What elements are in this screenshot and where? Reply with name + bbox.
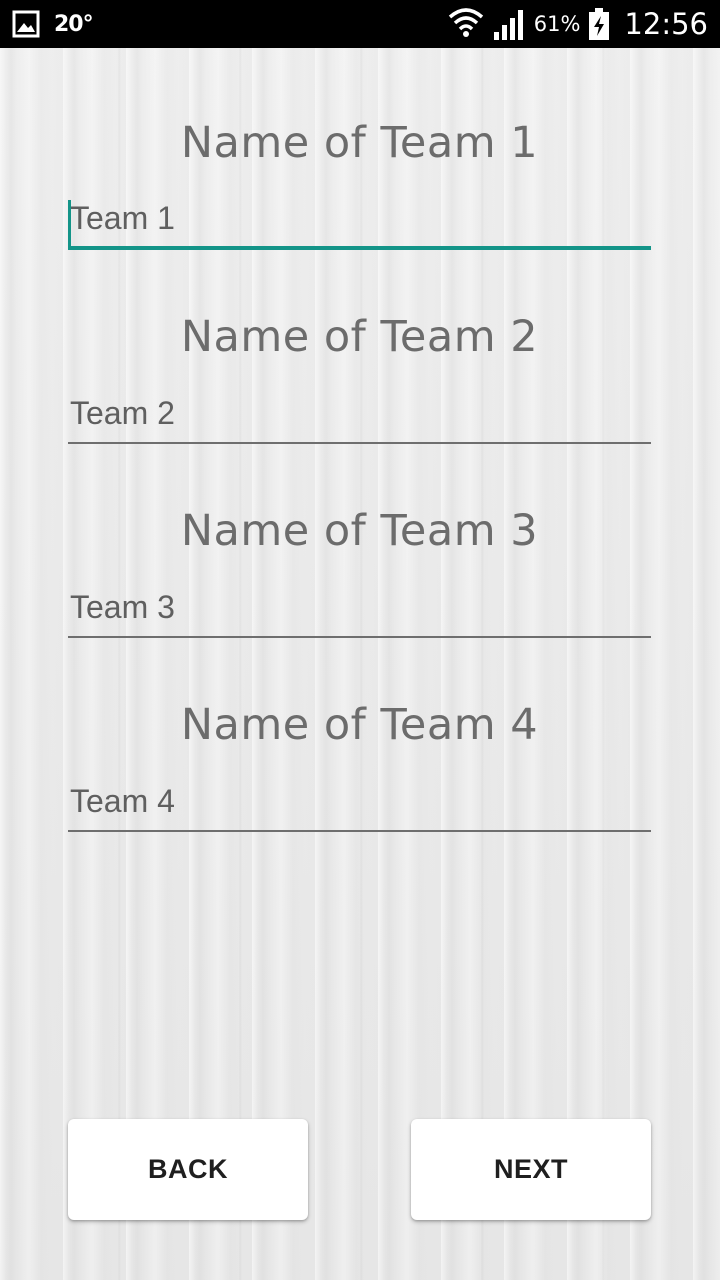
temperature-text: 20° <box>54 11 94 37</box>
team-1-heading: Name of Team 1 <box>180 118 539 168</box>
clock: 12:56 <box>624 7 708 41</box>
text-cursor <box>68 200 71 248</box>
team-3-heading: Name of Team 3 <box>180 506 539 556</box>
team-4-name-input[interactable] <box>68 772 651 832</box>
wifi-icon <box>448 7 484 41</box>
team-2-heading: Name of Team 2 <box>180 312 539 362</box>
team-3-section: Name of Team 3 <box>68 506 651 638</box>
status-bar: 20° 61% 12:56 <box>0 0 720 48</box>
team-1-section: Name of Team 1 <box>68 118 651 250</box>
gallery-icon <box>12 10 40 38</box>
next-button[interactable]: NEXT <box>411 1119 651 1220</box>
signal-icon <box>492 8 526 40</box>
team-1-name-input[interactable] <box>68 190 651 250</box>
battery-charging-icon <box>588 8 610 40</box>
battery-percent: 61% <box>533 12 581 36</box>
team-4-heading: Name of Team 4 <box>180 700 539 750</box>
team-4-section: Name of Team 4 <box>68 700 651 832</box>
team-2-section: Name of Team 2 <box>68 312 651 444</box>
back-button[interactable]: BACK <box>68 1119 308 1220</box>
team-3-name-input[interactable] <box>68 578 651 638</box>
team-2-name-input[interactable] <box>68 384 651 444</box>
screen: 20° 61% 12:56 Name of Team 1 Team 1 Name… <box>0 0 720 1280</box>
